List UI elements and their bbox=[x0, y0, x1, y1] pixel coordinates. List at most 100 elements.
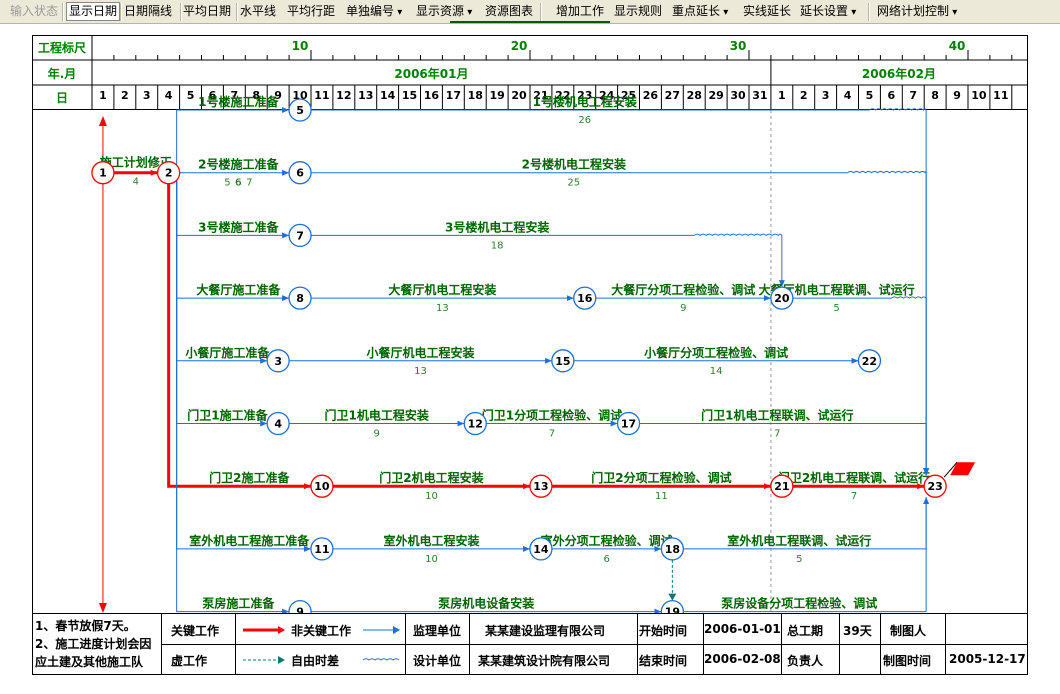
toolbar-button-4[interactable]: 平均日期 bbox=[183, 3, 231, 20]
node-10[interactable]: 10 bbox=[310, 474, 334, 498]
node-number: 17 bbox=[621, 418, 636, 431]
toolbar-separator bbox=[180, 3, 182, 21]
network-canvas: 施工计划修正4门卫2施工准备 门卫2机电工程安装10门卫2分项工程检验、调试11门… bbox=[91, 94, 976, 613]
node-number: 5 bbox=[296, 104, 304, 117]
chevron-down-icon: ▾ bbox=[949, 7, 958, 18]
activity-13-21: 门卫2分项工程检验、调试 11 bbox=[551, 470, 771, 502]
activity-name: 室外机电工程施工准备 bbox=[189, 533, 310, 548]
activity-duration: 5 bbox=[224, 178, 230, 189]
node-13[interactable]: 13 bbox=[529, 474, 553, 498]
chevron-down-icon: ▾ bbox=[848, 7, 857, 18]
node-14[interactable]: 14 bbox=[529, 537, 553, 561]
activity-name: 门卫1机电工程联调、试运行 bbox=[701, 408, 853, 423]
toolbar-button-3[interactable]: 日期隔线 bbox=[124, 3, 172, 20]
toolbar-button-9[interactable]: 资源图表 bbox=[485, 3, 533, 20]
toolbar-button-5[interactable]: 水平线 bbox=[240, 3, 276, 20]
node-21[interactable]: 21 bbox=[770, 474, 794, 498]
toolbar-button-10[interactable]: 增加工作 bbox=[556, 3, 604, 20]
designer-value: 某某建筑设计院有限公司 bbox=[478, 654, 611, 668]
node-23[interactable]: 23 bbox=[923, 474, 947, 498]
activity-2-7: 3号楼施工准备 6 bbox=[176, 178, 290, 239]
node-16[interactable]: 16 bbox=[573, 286, 597, 310]
legend-note-2: 2、施工进度计划会因 bbox=[35, 637, 152, 651]
activity-name: 门卫2机电工程联调、试运行 bbox=[778, 470, 930, 485]
activity-8-16: 大餐厅机电工程安装 13 bbox=[311, 282, 574, 314]
toolbar-button-label: 重点延长 bbox=[672, 4, 721, 18]
activity-name: 室外分项工程检验、调试 bbox=[541, 533, 673, 548]
end-value: 2006-02-08 bbox=[704, 652, 781, 666]
activity-15-22: 小餐厅分项工程检验、调试 14 bbox=[573, 345, 859, 377]
node-22[interactable]: 22 bbox=[857, 349, 882, 373]
activity-duration: 9 bbox=[680, 303, 686, 314]
node-19[interactable]: 19 bbox=[660, 599, 684, 613]
node-number: 4 bbox=[274, 418, 282, 431]
node-6[interactable]: 6 bbox=[288, 161, 312, 185]
active-underline bbox=[450, 21, 610, 23]
toolbar-button-label: 延长设置 bbox=[800, 4, 849, 18]
legend-row-divider bbox=[161, 644, 1027, 645]
activity-name: 小餐厅机电工程安装 bbox=[366, 345, 474, 360]
legend-table: 1、春节放假7天。 2、施工进度计划会因 应土建及其他施工队 关键工作 虚工作 非关键工作… bbox=[33, 613, 1027, 675]
toolbar-button-label: 平均日期 bbox=[183, 4, 232, 18]
node-number: 11 bbox=[314, 543, 329, 556]
toolbar-button-13[interactable]: 实线延长 bbox=[743, 3, 791, 20]
toolbar-button-11[interactable]: 显示规则 bbox=[614, 3, 662, 20]
activity-2-5: 1号楼施工准备 6 bbox=[176, 94, 290, 189]
activity-duration: 9 bbox=[374, 429, 380, 440]
activity-duration: 7 bbox=[246, 178, 252, 189]
node-8[interactable]: 8 bbox=[288, 286, 312, 310]
toolbar-button-6[interactable]: 平均行距 bbox=[287, 3, 335, 20]
node-3[interactable]: 3 bbox=[266, 349, 290, 373]
activity-duration: 6 bbox=[235, 178, 241, 189]
node-1[interactable]: 1 bbox=[91, 161, 115, 185]
node-number: 10 bbox=[314, 480, 330, 493]
node-number: 7 bbox=[296, 229, 304, 242]
toolbar-separator bbox=[236, 3, 238, 21]
activity-17-23: 门卫1机电工程联调、试运行 7 bbox=[639, 408, 930, 476]
total-duration-value: 39天 bbox=[843, 624, 872, 638]
node-11[interactable]: 11 bbox=[310, 537, 334, 561]
node-number: 22 bbox=[862, 355, 877, 368]
node-number: 20 bbox=[774, 292, 790, 305]
start-label: 开始时间 bbox=[639, 624, 688, 638]
toolbar-button-15[interactable]: 网络计划控制 ▾ bbox=[877, 3, 957, 20]
end-label: 结束时间 bbox=[639, 654, 688, 668]
node-18[interactable]: 18 bbox=[660, 537, 684, 561]
node-number: 14 bbox=[533, 543, 549, 556]
legend-dummy-label: 虚工作 bbox=[171, 654, 208, 668]
node-7[interactable]: 7 bbox=[288, 223, 312, 248]
activity-duration: 5 bbox=[833, 303, 839, 314]
node-20[interactable]: 20 bbox=[770, 286, 794, 310]
toolbar-button-label: 单独编号 bbox=[346, 4, 395, 18]
node-4[interactable]: 4 bbox=[266, 411, 290, 436]
activity-10-13: 门卫2机电工程安装 10 bbox=[332, 470, 530, 502]
activity-name: 小餐厅施工准备 bbox=[185, 345, 270, 360]
activity-duration: 7 bbox=[549, 429, 555, 440]
activity-name: 3号楼机电工程安装 bbox=[445, 219, 549, 234]
activity-name: 门卫1分项工程检验、调试 bbox=[482, 408, 622, 423]
node-12[interactable]: 12 bbox=[463, 411, 487, 436]
toolbar-button-8[interactable]: 显示资源 ▾ bbox=[416, 3, 472, 20]
node-2[interactable]: 2 bbox=[156, 161, 181, 185]
activity-duration: 26 bbox=[578, 115, 591, 126]
toolbar-button-12[interactable]: 重点延长 ▾ bbox=[672, 3, 728, 20]
node-15[interactable]: 15 bbox=[551, 349, 575, 373]
node-number: 16 bbox=[577, 292, 593, 305]
activity-18-23: 室外机电工程联调、试运行 5 bbox=[683, 497, 930, 565]
activity-name: 室外机电工程联调、试运行 bbox=[727, 533, 871, 548]
activity-name: 门卫1机电工程安装 bbox=[325, 408, 429, 423]
activity-3-15: 小餐厅机电工程安装 13 bbox=[289, 345, 552, 377]
node-9[interactable]: 9 bbox=[288, 599, 312, 613]
toolbar-button-14[interactable]: 延长设置 ▾ bbox=[800, 3, 856, 20]
activity-name: 门卫2机电工程安装 bbox=[379, 470, 483, 485]
toolbar-button-7[interactable]: 单独编号 ▾ bbox=[346, 3, 402, 20]
node-17[interactable]: 17 bbox=[616, 411, 641, 436]
toolbar-button-2[interactable]: 显示日期 bbox=[66, 2, 121, 21]
activity-name: 大餐厅施工准备 bbox=[196, 282, 281, 297]
node-5[interactable]: 5 bbox=[288, 98, 312, 122]
toolbar-button-label: 网络计划控制 bbox=[877, 4, 950, 18]
toolbar-button-label: 资源图表 bbox=[485, 4, 534, 18]
toolbar-button-label: 输入状态 bbox=[10, 4, 59, 18]
draw-date-label: 制图时间 bbox=[883, 654, 932, 668]
toolbar-separator bbox=[62, 3, 64, 21]
